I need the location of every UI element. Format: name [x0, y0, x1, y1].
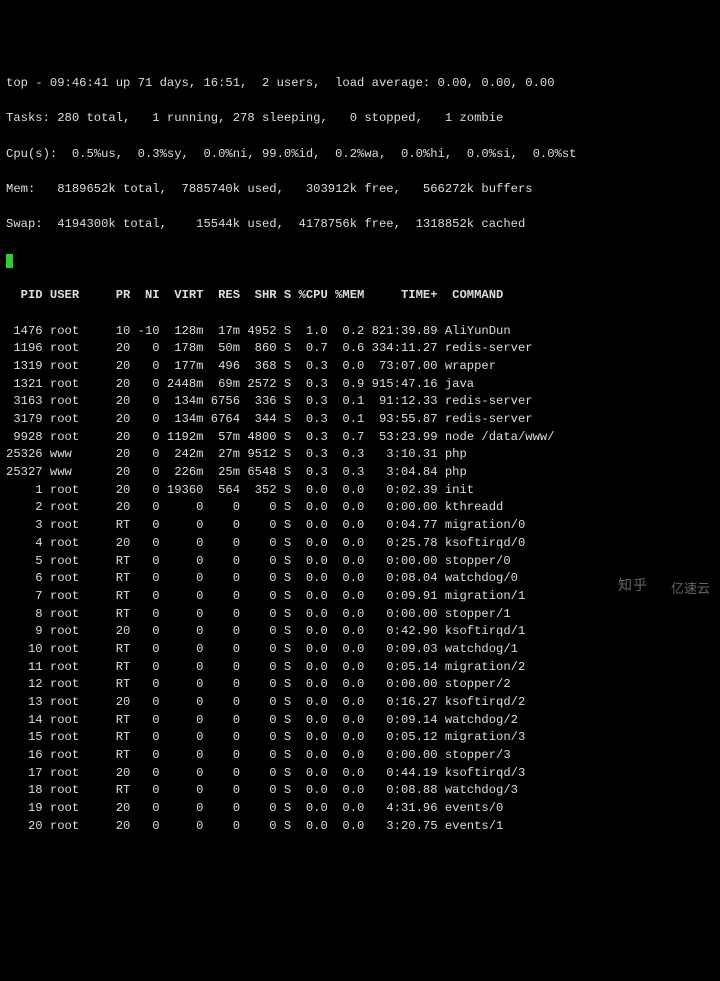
process-row[interactable]: 2 root 20 0 0 0 0 S 0.0 0.0 0:00.00 kthr…: [6, 499, 714, 517]
process-row[interactable]: 16 root RT 0 0 0 0 S 0.0 0.0 0:00.00 sto…: [6, 747, 714, 765]
process-row[interactable]: 5 root RT 0 0 0 0 S 0.0 0.0 0:00.00 stop…: [6, 553, 714, 571]
process-row[interactable]: 1 root 20 0 19360 564 352 S 0.0 0.0 0:02…: [6, 482, 714, 500]
summary-swap: Swap: 4194300k total, 15544k used, 41787…: [6, 216, 714, 234]
process-row[interactable]: 10 root RT 0 0 0 0 S 0.0 0.0 0:09.03 wat…: [6, 641, 714, 659]
process-row[interactable]: 7 root RT 0 0 0 0 S 0.0 0.0 0:09.91 migr…: [6, 588, 714, 606]
process-row[interactable]: 1196 root 20 0 178m 50m 860 S 0.7 0.6 33…: [6, 340, 714, 358]
process-row[interactable]: 18 root RT 0 0 0 0 S 0.0 0.0 0:08.88 wat…: [6, 782, 714, 800]
process-row[interactable]: 9928 root 20 0 1192m 57m 4800 S 0.3 0.7 …: [6, 429, 714, 447]
process-row[interactable]: 4 root 20 0 0 0 0 S 0.0 0.0 0:25.78 ksof…: [6, 535, 714, 553]
process-row[interactable]: 1476 root 10 -10 128m 17m 4952 S 1.0 0.2…: [6, 323, 714, 341]
process-row[interactable]: 1319 root 20 0 177m 496 368 S 0.3 0.0 73…: [6, 358, 714, 376]
watermark-yisu: 亿速云: [667, 578, 714, 601]
process-row[interactable]: 8 root RT 0 0 0 0 S 0.0 0.0 0:00.00 stop…: [6, 606, 714, 624]
watermark-zhihu: 知乎: [618, 575, 648, 595]
process-row[interactable]: 12 root RT 0 0 0 0 S 0.0 0.0 0:00.00 sto…: [6, 676, 714, 694]
process-row[interactable]: 6 root RT 0 0 0 0 S 0.0 0.0 0:08.04 watc…: [6, 570, 714, 588]
process-row[interactable]: 1321 root 20 0 2448m 69m 2572 S 0.3 0.9 …: [6, 376, 714, 394]
process-row[interactable]: 3163 root 20 0 134m 6756 336 S 0.3 0.1 9…: [6, 393, 714, 411]
column-headers[interactable]: PID USER PR NI VIRT RES SHR S %CPU %MEM …: [6, 287, 714, 305]
process-row[interactable]: 20 root 20 0 0 0 0 S 0.0 0.0 3:20.75 eve…: [6, 818, 714, 836]
cursor-icon: [6, 254, 13, 268]
process-row[interactable]: 3179 root 20 0 134m 6764 344 S 0.3 0.1 9…: [6, 411, 714, 429]
process-row[interactable]: 17 root 20 0 0 0 0 S 0.0 0.0 0:44.19 kso…: [6, 765, 714, 783]
summary-tasks: Tasks: 280 total, 1 running, 278 sleepin…: [6, 110, 714, 128]
process-row[interactable]: 11 root RT 0 0 0 0 S 0.0 0.0 0:05.14 mig…: [6, 659, 714, 677]
input-line[interactable]: [6, 252, 714, 270]
summary-uptime: top - 09:46:41 up 71 days, 16:51, 2 user…: [6, 75, 714, 93]
summary-mem: Mem: 8189652k total, 7885740k used, 3039…: [6, 181, 714, 199]
process-row[interactable]: 9 root 20 0 0 0 0 S 0.0 0.0 0:42.90 ksof…: [6, 623, 714, 641]
process-row[interactable]: 25326 www 20 0 242m 27m 9512 S 0.3 0.3 3…: [6, 446, 714, 464]
summary-cpu: Cpu(s): 0.5%us, 0.3%sy, 0.0%ni, 99.0%id,…: [6, 146, 714, 164]
process-row[interactable]: 3 root RT 0 0 0 0 S 0.0 0.0 0:04.77 migr…: [6, 517, 714, 535]
process-row[interactable]: 13 root 20 0 0 0 0 S 0.0 0.0 0:16.27 kso…: [6, 694, 714, 712]
process-row[interactable]: 19 root 20 0 0 0 0 S 0.0 0.0 4:31.96 eve…: [6, 800, 714, 818]
process-list[interactable]: 1476 root 10 -10 128m 17m 4952 S 1.0 0.2…: [6, 323, 714, 836]
process-row[interactable]: 15 root RT 0 0 0 0 S 0.0 0.0 0:05.12 mig…: [6, 729, 714, 747]
process-row[interactable]: 25327 www 20 0 226m 25m 6548 S 0.3 0.3 3…: [6, 464, 714, 482]
process-row[interactable]: 14 root RT 0 0 0 0 S 0.0 0.0 0:09.14 wat…: [6, 712, 714, 730]
